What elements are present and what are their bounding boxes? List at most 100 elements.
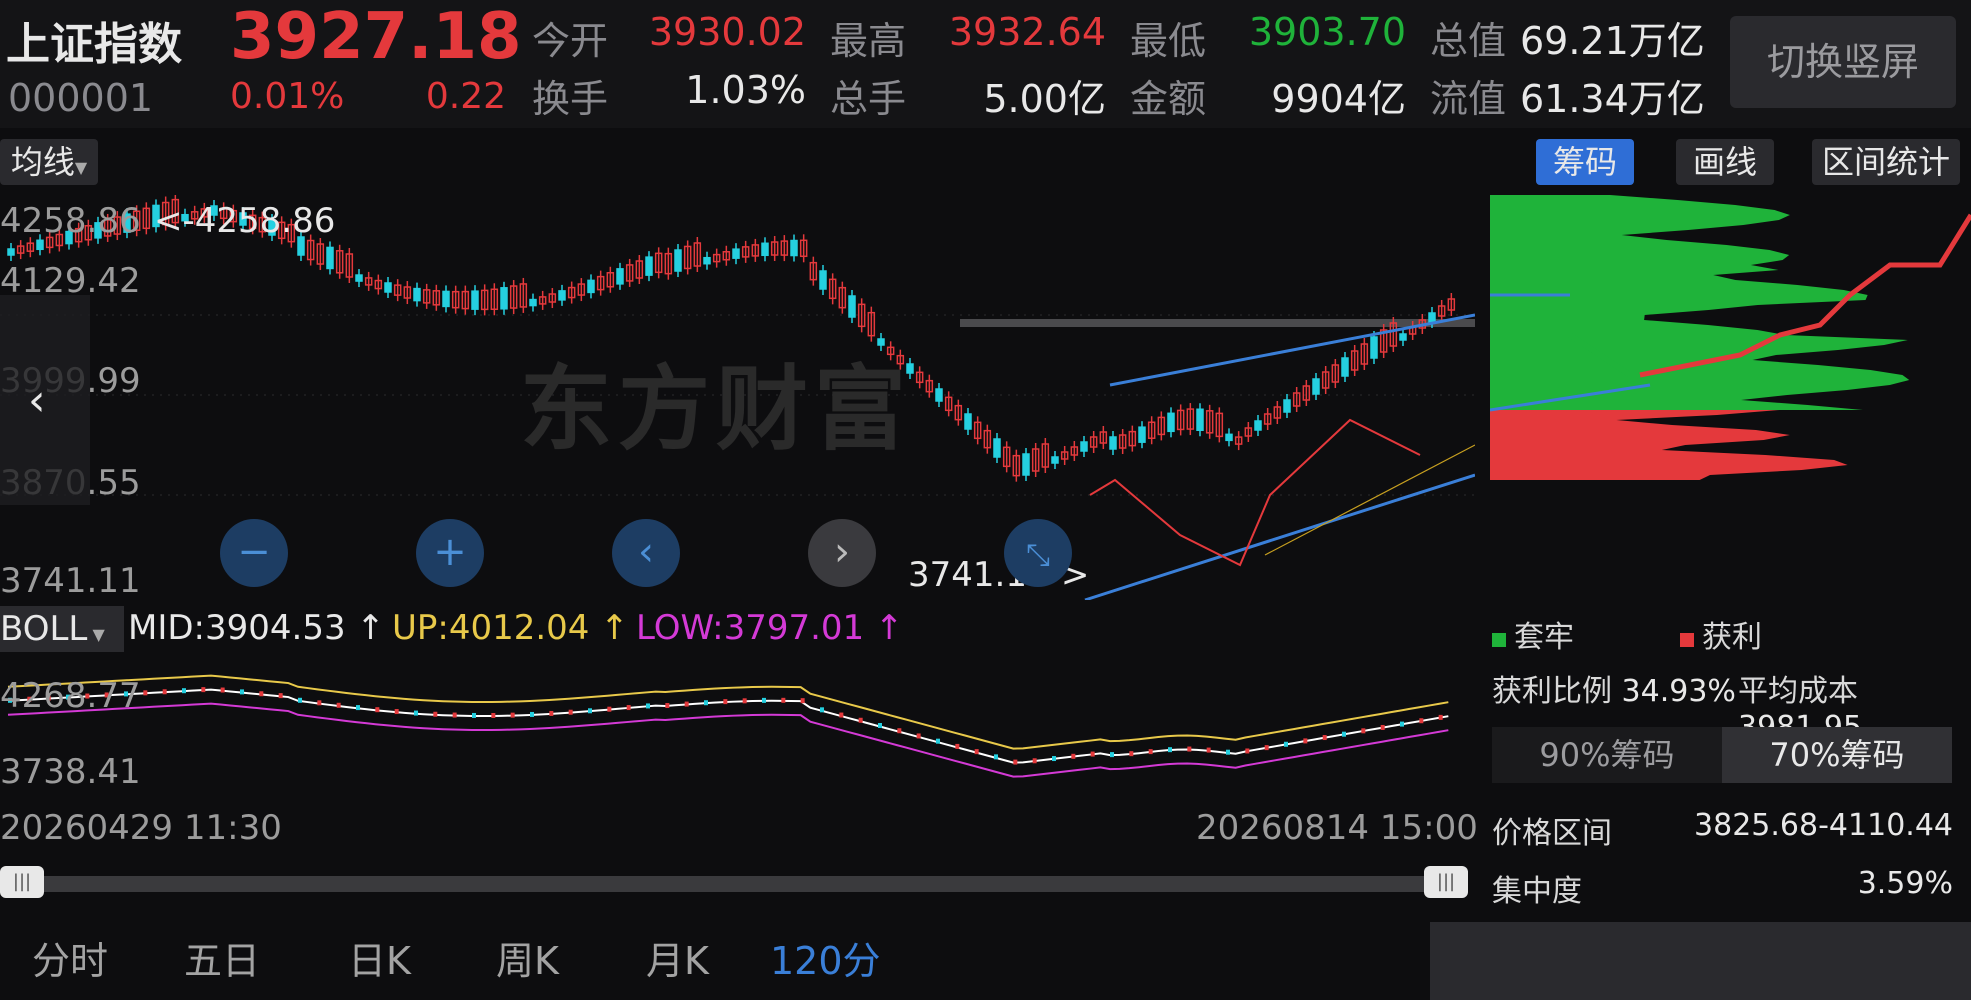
concentration-label: 集中度 xyxy=(1492,874,1582,909)
switch-portrait-button[interactable]: 切换竖屏 xyxy=(1730,16,1956,108)
high-label: 最高 xyxy=(830,19,907,63)
boll-up-line xyxy=(7,674,1449,750)
boll-candle xyxy=(433,711,438,717)
trapped-swatch xyxy=(1492,633,1506,647)
high-value: 3932.64 xyxy=(948,10,1106,54)
candle-body xyxy=(1109,436,1117,450)
boll-candle xyxy=(182,688,186,694)
chip-button[interactable]: 筹码 xyxy=(1536,139,1634,185)
boll-y-tick-2: 3738.41 xyxy=(0,752,141,792)
boll-candle xyxy=(1013,759,1018,765)
turnover-label: 换手 xyxy=(532,77,609,121)
boll-candle xyxy=(1245,748,1250,754)
boll-candle xyxy=(994,754,998,760)
boll-candle xyxy=(1090,751,1095,757)
amount-value: 9904亿 xyxy=(1271,77,1406,121)
boll-candle xyxy=(916,733,921,739)
boll-candle xyxy=(1071,753,1076,759)
fullscreen-toggle-button[interactable]: ⤡ xyxy=(1004,519,1072,587)
boll-candle xyxy=(742,698,747,704)
tab-weekly-k[interactable]: 周K xyxy=(496,930,559,985)
dropdown-arrow-icon: ▼ xyxy=(74,158,88,177)
draw-line-button[interactable]: 画线 xyxy=(1676,139,1774,185)
candle-body xyxy=(558,290,566,301)
boll-candle xyxy=(375,707,380,713)
candle-body xyxy=(819,270,827,290)
scroll-right-button[interactable]: › xyxy=(808,519,876,587)
candle-body xyxy=(1370,336,1378,359)
candle-body xyxy=(645,256,653,276)
change-value: 0.22 xyxy=(425,76,506,117)
range-stats-button[interactable]: 区间统计 xyxy=(1812,139,1960,185)
boll-candle xyxy=(1129,751,1134,757)
candle-body xyxy=(1196,408,1204,431)
candle-body xyxy=(529,298,537,307)
boll-candle xyxy=(220,687,225,693)
chip-70-tab[interactable]: 70%筹码 xyxy=(1722,727,1952,783)
tab-daily-k[interactable]: 日K xyxy=(348,930,411,985)
scroll-handle-right[interactable]: ||| xyxy=(1424,866,1468,898)
float-cap-value: 61.34万亿 xyxy=(1520,77,1705,121)
prev-pane[interactable]: ‹ xyxy=(0,295,90,505)
candle-body xyxy=(935,388,943,402)
candle-body xyxy=(964,413,972,430)
scroll-left-button[interactable]: ‹ xyxy=(612,519,680,587)
boll-candle xyxy=(1303,738,1308,744)
profit-ratio-value: 34.93% xyxy=(1621,674,1736,709)
candle-body xyxy=(413,287,421,302)
boll-candle xyxy=(1361,728,1366,734)
ma-dropdown[interactable]: 均线▼ xyxy=(0,139,98,185)
candle-body xyxy=(384,282,392,293)
boll-candle xyxy=(530,711,534,717)
boll-candle xyxy=(568,709,573,715)
boll-mid-line xyxy=(7,688,1449,764)
boll-candle xyxy=(1052,756,1056,762)
chip-distribution-chart xyxy=(1490,195,1971,600)
boll-candle xyxy=(820,707,824,713)
boll-candle xyxy=(1342,731,1346,737)
chip-90-tab[interactable]: 90%筹码 xyxy=(1492,727,1722,783)
price-range-value: 3825.68-4110.44 xyxy=(1694,808,1953,843)
boll-candle xyxy=(298,697,302,703)
boll-candle xyxy=(356,705,360,711)
tab-intraday[interactable]: 分时 xyxy=(32,930,108,985)
boll-candle xyxy=(201,687,206,693)
add-watchlist-button[interactable] xyxy=(1430,922,1971,1000)
zoom-out-button[interactable]: − xyxy=(220,519,288,587)
boll-candle xyxy=(162,689,167,695)
indicator-name: BOLL xyxy=(0,609,88,649)
range-scrollbar[interactable] xyxy=(0,876,1448,892)
boll-candle xyxy=(452,712,457,718)
legend-profit: 获利 xyxy=(1680,612,1762,656)
indicator-selector[interactable]: BOLL ▼ xyxy=(0,606,124,652)
candle-body xyxy=(1254,420,1262,431)
candle-body xyxy=(1080,441,1088,452)
scroll-handle-left[interactable]: ||| xyxy=(0,866,44,898)
boll-candle xyxy=(143,690,148,696)
tab-monthly-k[interactable]: 月K xyxy=(646,930,709,985)
boll-low: LOW:3797.01 ↑ xyxy=(636,608,904,648)
price-range-label: 价格区间 xyxy=(1492,816,1612,851)
market-cap-label: 总值 xyxy=(1430,19,1507,63)
candle-body xyxy=(36,239,44,251)
boll-candle xyxy=(665,703,670,709)
boll-candle xyxy=(607,706,612,712)
index-name: 上证指数 xyxy=(6,19,182,70)
period-tabs: 分时 五日 日K 周K 月K 120分 xyxy=(0,930,1420,1000)
candle-body xyxy=(1167,412,1175,433)
boll-candle xyxy=(491,712,496,718)
tab-120min[interactable]: 120分 xyxy=(770,930,881,985)
zoom-in-button[interactable]: + xyxy=(416,519,484,587)
boll-candle xyxy=(704,700,708,706)
boll-candle xyxy=(1206,747,1211,753)
amount-label: 金额 xyxy=(1130,77,1207,121)
legend-trapped-label: 套牢 xyxy=(1514,620,1574,655)
tab-five-day[interactable]: 五日 xyxy=(184,930,260,985)
avg-cost-label: 平均成本 xyxy=(1738,674,1858,709)
candle-body xyxy=(674,249,682,272)
open-label: 今开 xyxy=(532,19,609,63)
quote-header: 上证指数 000001 3927.18 0.01% 0.22 今开 3930.0… xyxy=(0,0,1971,128)
candle-body xyxy=(326,246,334,270)
boll-candle xyxy=(1187,746,1192,752)
kline-chart[interactable]: 东方财富 4258.86 4129.42 3999.99 3870.55 374… xyxy=(0,195,1475,601)
